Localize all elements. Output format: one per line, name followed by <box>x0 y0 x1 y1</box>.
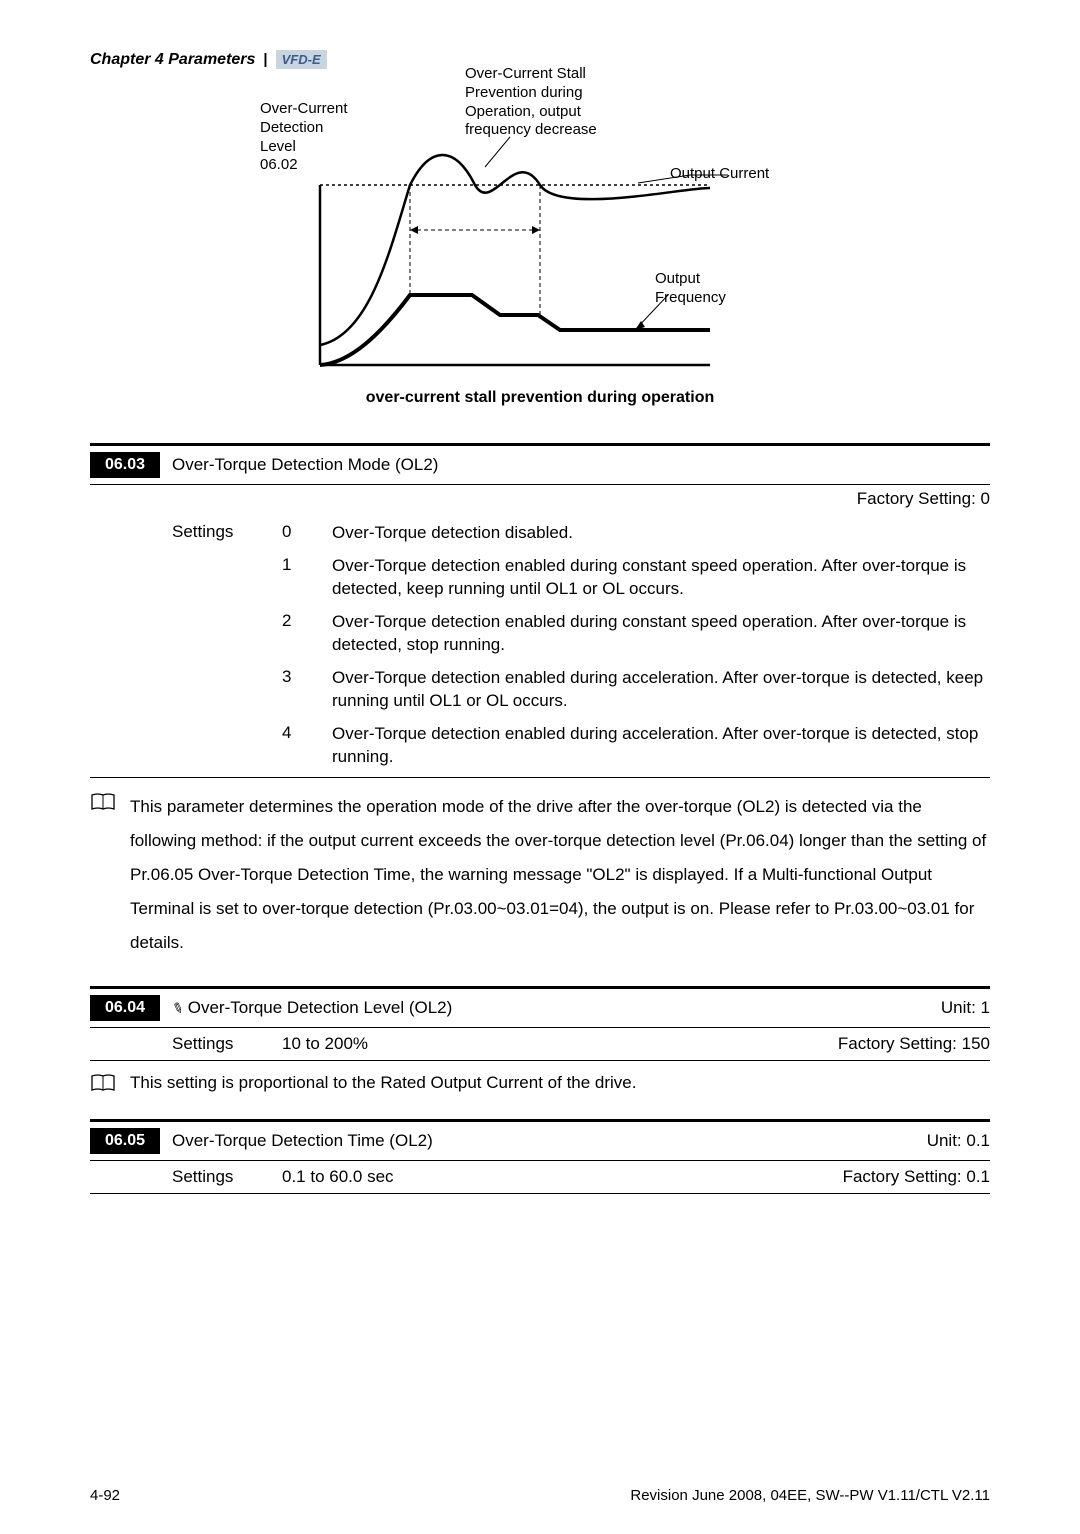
stall-prevention-diagram: Over-Current Detection Level 06.02 Over-… <box>260 75 820 375</box>
param-0604: 06.04 ✎Over-Torque Detection Level (OL2)… <box>90 986 990 1061</box>
setting-desc: Over-Torque detection disabled. <box>332 522 990 545</box>
pencil-icon: ✎ <box>169 999 186 1019</box>
param-0605: 06.05 Over-Torque Detection Time (OL2) U… <box>90 1119 990 1194</box>
param-0603-settings: Settings 0 Over-Torque detection disable… <box>90 517 990 773</box>
param-0605-factory: Factory Setting: 0.1 <box>843 1167 990 1187</box>
setting-desc: Over-Torque detection enabled during acc… <box>332 667 990 713</box>
setting-desc: Over-Torque detection enabled during acc… <box>332 723 990 769</box>
page-footer: 4-92 Revision June 2008, 04EE, SW--PW V1… <box>90 1487 990 1504</box>
diagram-caption: over-current stall prevention during ope… <box>90 389 990 407</box>
chapter-title: Chapter 4 Parameters <box>90 51 255 69</box>
diagram-label-stall: Over-Current Stall Prevention during Ope… <box>465 65 597 140</box>
param-title-0603: Over-Torque Detection Mode (OL2) <box>172 452 990 475</box>
settings-range: 0.1 to 60.0 sec <box>282 1167 843 1187</box>
diagram-label-detection: Over-Current Detection Level 06.02 <box>260 100 348 175</box>
book-icon <box>90 1073 116 1093</box>
note-text: This parameter determines the operation … <box>130 790 990 960</box>
setting-value: 2 <box>282 611 332 631</box>
param-title-0604: ✎Over-Torque Detection Level (OL2) <box>172 995 941 1018</box>
param-0603: 06.03 Over-Torque Detection Mode (OL2) F… <box>90 443 990 778</box>
settings-label: Settings <box>172 1034 282 1054</box>
setting-value: 4 <box>282 723 332 743</box>
param-code-0605: 06.05 <box>90 1128 160 1154</box>
diagram-label-output-current: Output Current <box>670 165 769 184</box>
settings-label: Settings <box>172 522 282 542</box>
chapter-divider: | <box>263 51 267 68</box>
param-title-0605: Over-Torque Detection Time (OL2) <box>172 1128 927 1151</box>
note-text: This setting is proportional to the Rate… <box>130 1071 990 1095</box>
setting-value: 0 <box>282 522 332 542</box>
param-0604-factory: Factory Setting: 150 <box>838 1034 990 1054</box>
param-code-0603: 06.03 <box>90 452 160 478</box>
setting-desc: Over-Torque detection enabled during con… <box>332 555 990 601</box>
setting-value: 1 <box>282 555 332 575</box>
page-number: 4-92 <box>90 1487 120 1504</box>
param-code-0604: 06.04 <box>90 995 160 1021</box>
param-0604-note: This setting is proportional to the Rate… <box>90 1071 990 1095</box>
diagram-label-output-freq: Output Frequency <box>655 270 726 308</box>
param-0603-factory: Factory Setting: 0 <box>90 485 990 517</box>
chapter-badge: VFD-E <box>276 50 327 69</box>
revision-text: Revision June 2008, 04EE, SW--PW V1.11/C… <box>630 1487 990 1504</box>
param-unit-0604: Unit: 1 <box>941 995 990 1018</box>
param-unit-0605: Unit: 0.1 <box>927 1128 990 1151</box>
param-0603-note: This parameter determines the operation … <box>90 790 990 960</box>
settings-label: Settings <box>172 1167 282 1187</box>
settings-range: 10 to 200% <box>282 1034 838 1054</box>
setting-value: 3 <box>282 667 332 687</box>
book-icon <box>90 792 116 812</box>
setting-desc: Over-Torque detection enabled during con… <box>332 611 990 657</box>
